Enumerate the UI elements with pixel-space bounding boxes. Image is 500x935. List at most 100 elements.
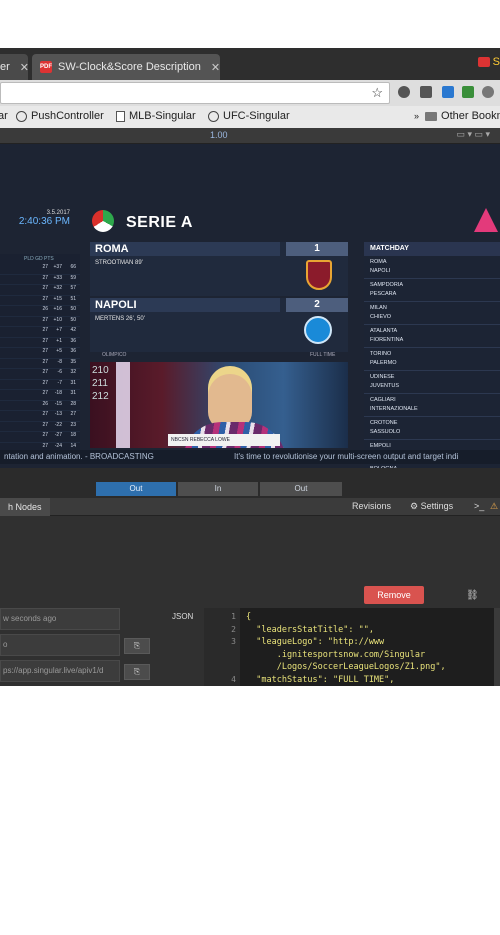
fixture: TORINO PALERMO: [364, 348, 500, 371]
api-url-field[interactable]: ps://app.singular.live/apiv1/d: [0, 660, 120, 682]
standings-cell: 51: [70, 295, 76, 302]
display-controls-icon[interactable]: ▭ ▾ ▭ ▾: [456, 129, 490, 140]
bookmark-ufc-singular[interactable]: UFC-Singular: [208, 110, 290, 122]
away-team-panel: NAPOLI 2 MERTENS 26', 50': [90, 298, 348, 352]
transition-out-button[interactable]: Out: [96, 482, 176, 496]
standings-row: 27 -7 31: [0, 379, 80, 390]
pdf-icon: PDF: [40, 61, 52, 73]
profile-badge[interactable]: S: [477, 56, 500, 68]
standings-cell: 23: [70, 421, 76, 428]
updated-field[interactable]: w seconds ago: [0, 608, 120, 630]
standings-header: PLD GD PTS: [24, 256, 54, 262]
code-line: {: [246, 612, 252, 622]
stadium: OLIMPICO: [102, 352, 127, 358]
star-icon[interactable]: ☆: [371, 85, 383, 101]
standings-cell: +32: [53, 285, 62, 291]
standings-cell: 42: [70, 327, 76, 333]
extension-icon[interactable]: [462, 86, 474, 98]
standings-cell: -27: [54, 432, 62, 438]
bookmark-other[interactable]: »Other Bookmarks: [414, 110, 500, 122]
link-icon[interactable]: ⛓: [466, 590, 479, 601]
league-title: SERIE A: [126, 214, 193, 231]
close-icon[interactable]: ✕: [211, 61, 220, 74]
standings-cell: +15: [53, 295, 62, 302]
extension-icon[interactable]: [420, 86, 432, 98]
terminal-icon[interactable]: >_: [474, 501, 484, 511]
extension-icon[interactable]: [442, 86, 454, 98]
standings-cell: 27: [42, 432, 48, 438]
tab-clock-score[interactable]: PDF SW-Clock&Score Description ✕: [32, 54, 220, 80]
standings-cell: 27: [42, 411, 48, 417]
extension-icon[interactable]: [398, 86, 410, 98]
fixture-team: CROTONE: [370, 420, 398, 426]
globe-icon: [16, 110, 27, 122]
token-field[interactable]: o: [0, 634, 120, 656]
editor-scrollbar[interactable]: [494, 608, 500, 686]
news-ticker: ntation and animation. - BROADCASTING It…: [0, 450, 500, 464]
transition-in-button[interactable]: In: [178, 482, 258, 496]
standings-cell: 26: [42, 400, 48, 407]
standings-cell: 32: [70, 369, 76, 375]
standings-row: 27 +5 36: [0, 348, 80, 359]
home-score: 1: [286, 242, 348, 256]
zoom-level[interactable]: 1.00: [210, 130, 228, 140]
time-text: 2:40:36 PM: [18, 216, 70, 227]
standings-row: 27 +7 42: [0, 327, 80, 338]
standings-row: 26 +16 50: [0, 306, 80, 317]
fixture-team: FIORENTINA: [370, 337, 404, 343]
standings-cell: 31: [70, 379, 76, 386]
fixture-team: PESCARA: [370, 291, 397, 297]
extension-icon[interactable]: [482, 86, 494, 98]
standings-row: 27 -27 18: [0, 432, 80, 443]
close-icon[interactable]: ✕: [20, 61, 28, 74]
video-numbers: 210 211 212: [92, 365, 109, 402]
standings-cell: 27: [42, 285, 48, 291]
standings-cell: 27: [42, 358, 48, 365]
settings-link[interactable]: ⚙ Settings: [410, 501, 453, 512]
standings-cell: +7: [56, 327, 62, 333]
bookmark-pushcontroller[interactable]: PushController: [16, 110, 104, 122]
code-line: .ignitesportsnow.com/Singular: [246, 649, 426, 660]
fixture: ATALANTA FIORENTINA: [364, 325, 500, 348]
json-editor[interactable]: 1 {2 "leadersStatTitle": "", 3 "leagueLogo…: [204, 608, 494, 686]
standings-row: 27 +37 66: [0, 264, 80, 275]
home-team-name: ROMA: [90, 242, 280, 256]
standings-row: 27 -8 35: [0, 358, 80, 369]
fixture: CAGLIARI INTERNAZIONALE: [364, 394, 500, 417]
tab-previous[interactable]: er ✕: [0, 54, 28, 80]
folder-icon: [425, 111, 438, 121]
fixture: SAMPDORIA PESCARA: [364, 279, 500, 302]
profile-icon: [477, 57, 490, 68]
gear-icon: ⚙: [410, 501, 419, 511]
code-line: /Logos/SoccerLeagueLogos/Z1.png",: [246, 662, 446, 672]
copy-button[interactable]: ⎘: [124, 664, 150, 680]
standings-row: 27 +15 51: [0, 295, 80, 306]
remove-button[interactable]: Remove: [364, 586, 424, 604]
napoli-crest-icon: [304, 316, 332, 344]
transition-out-button-2[interactable]: Out: [260, 482, 342, 496]
standings-cell: 27: [42, 274, 48, 281]
standings-cell: 26: [42, 306, 48, 312]
standings-cell: 27: [42, 327, 48, 333]
standings-cell: 35: [70, 358, 76, 365]
standings-cell: 36: [70, 337, 76, 344]
bookmark-mlb-singular[interactable]: MLB-Singular: [116, 110, 196, 122]
standings-row: 27 +1 36: [0, 337, 80, 348]
browser-toolbar: ☆: [0, 80, 500, 106]
home-team-panel: ROMA 1 STROOTMAN 89': [90, 242, 348, 296]
standings-cell: -6: [57, 369, 62, 375]
bookmark-item[interactable]: ar: [0, 110, 8, 122]
standings-row: 27 +33 59: [0, 274, 80, 285]
transition-bar: Out In Out: [0, 480, 500, 498]
standings-row: 27 -18 31: [0, 390, 80, 401]
standings-cell: 50: [70, 316, 76, 323]
revisions-link[interactable]: Revisions: [352, 501, 391, 511]
fixture-team: SAMPDORIA: [370, 282, 404, 288]
fixture-team: INTERNAZIONALE: [370, 406, 418, 412]
tab-nodes[interactable]: h Nodes: [0, 498, 50, 516]
fixture-team: ROMA: [370, 259, 387, 265]
address-bar[interactable]: ☆: [0, 82, 390, 104]
copy-button[interactable]: ⎘: [124, 638, 150, 654]
away-score: 2: [286, 298, 348, 312]
standings-row: 27 -6 32: [0, 369, 80, 380]
